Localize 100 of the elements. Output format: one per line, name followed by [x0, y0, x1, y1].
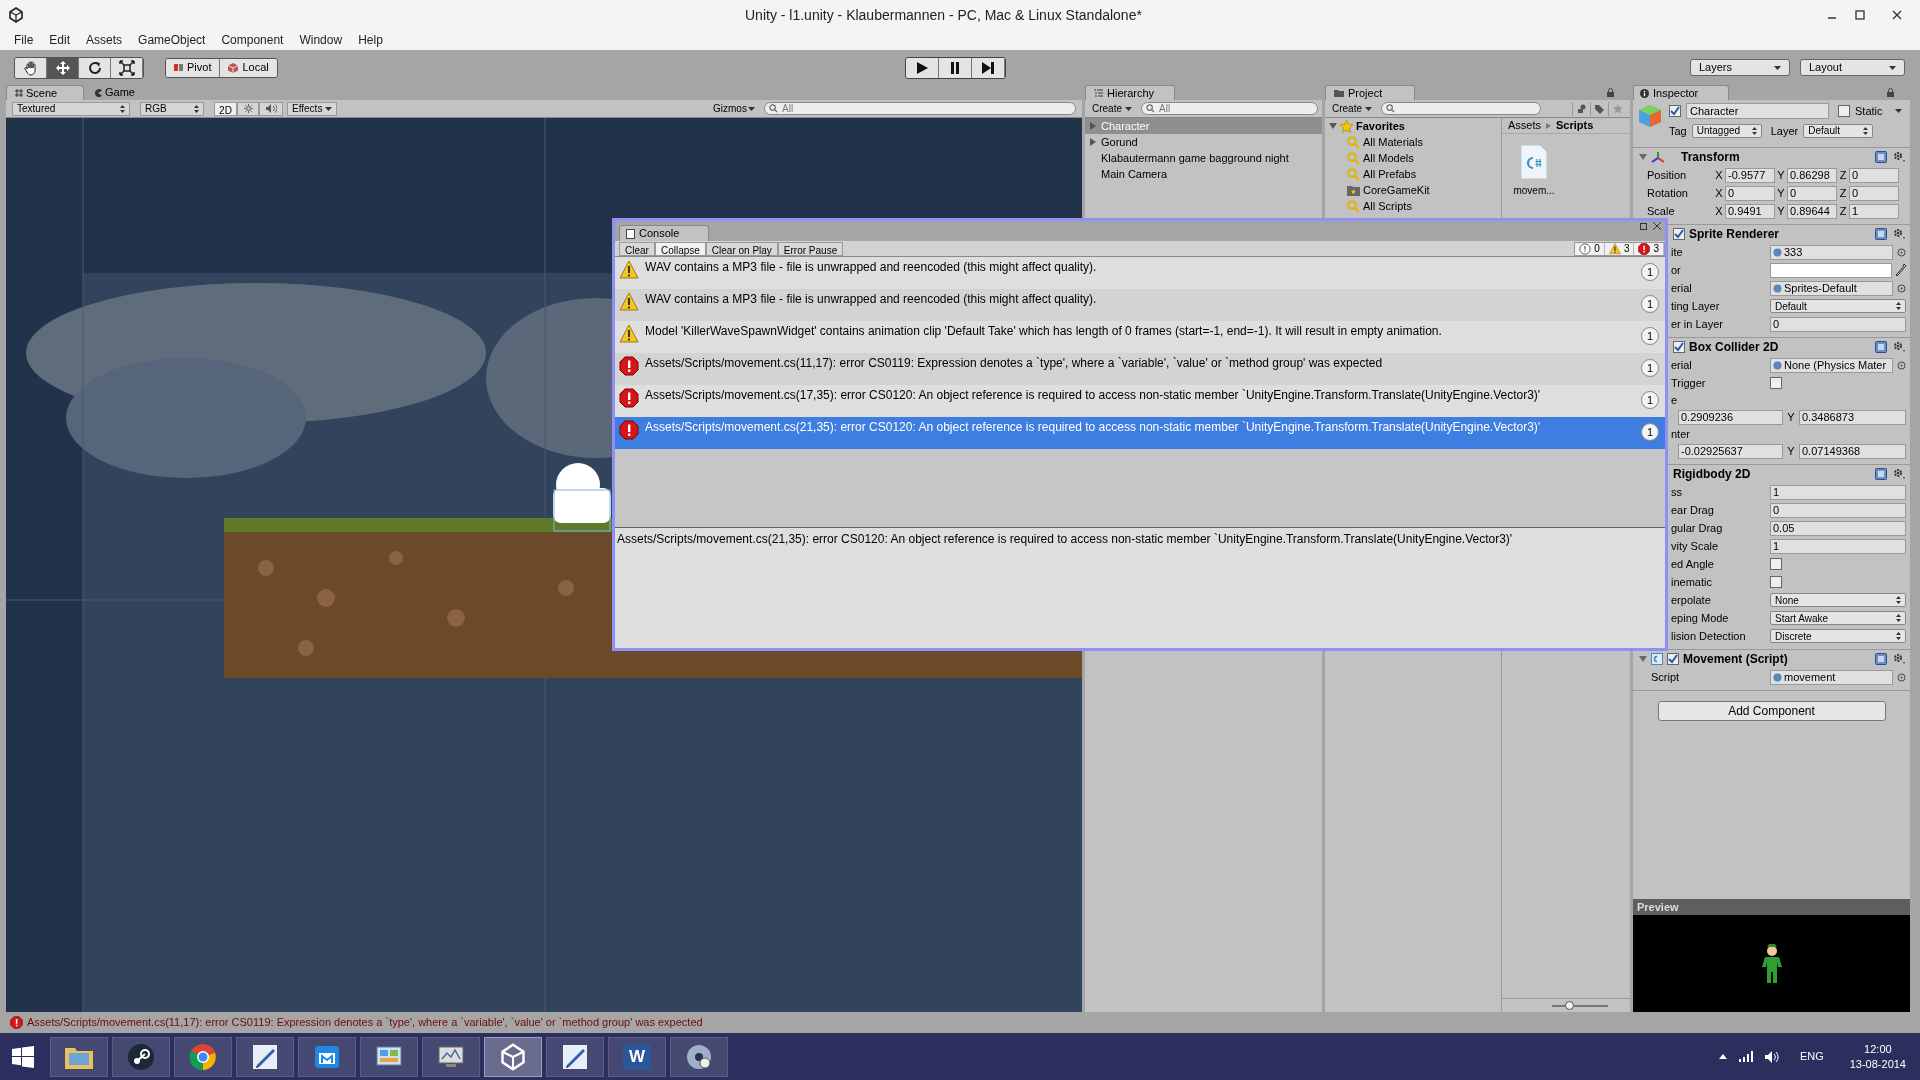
collapse-arrow-icon[interactable] [1639, 153, 1647, 161]
channel-dropdown[interactable]: RGB [140, 101, 204, 116]
menu-item[interactable]: Assets [86, 31, 123, 49]
dropdown[interactable]: Start Awake [1770, 611, 1906, 625]
number-field[interactable]: 0 [1770, 316, 1906, 332]
dropdown[interactable]: Default [1770, 299, 1906, 313]
tool-button[interactable] [79, 57, 111, 78]
log-entry[interactable]: Model 'KillerWaveSpawnWidget' contains animation clip 'Default Take' which has length of 0 frames (start=-1, end=-1). It will result in empty animation. 1 [615, 321, 1665, 353]
message-counter[interactable]: 0 [1575, 242, 1605, 255]
log-entry[interactable]: Assets/Scripts/movement.cs(17,35): error CS0120: An object reference is required to access non-static member `UnityEngine.Transform.Translate(UnityEngine.Vector3)' 1 [615, 385, 1665, 417]
checkbox[interactable] [1770, 558, 1782, 570]
help-icon[interactable] [1875, 468, 1887, 480]
settings-icon[interactable] [1893, 468, 1906, 480]
layout-dropdown[interactable]: Layout [1800, 59, 1905, 76]
log-entry[interactable]: Assets/Scripts/movement.cs(11,17): error CS0119: Expression denotes a `type', where a `variable', `value' or `method group' was expected 1 [615, 353, 1665, 385]
add-component-button[interactable]: Add Component [1657, 701, 1886, 721]
taskbar-app[interactable] [360, 1036, 418, 1077]
number-field[interactable]: 0.07149368 [1799, 443, 1906, 459]
menu-item[interactable]: Window [299, 31, 343, 49]
object-name-field[interactable]: Character [1686, 103, 1829, 120]
menu-item[interactable]: GameObject [138, 31, 206, 49]
dropdown[interactable]: Discrete [1770, 629, 1906, 643]
help-icon[interactable] [1875, 228, 1887, 240]
tag-dropdown[interactable]: Untagged [1691, 123, 1762, 138]
taskbar-app[interactable] [50, 1036, 108, 1077]
tool-button[interactable] [15, 57, 47, 78]
volume-icon[interactable] [1764, 1050, 1780, 1063]
layers-dropdown[interactable]: Layers [1690, 59, 1790, 76]
lighting-toggle[interactable] [237, 101, 259, 116]
search-field[interactable] [1381, 102, 1541, 115]
zoom-slider[interactable] [1552, 1004, 1608, 1007]
create-dropdown[interactable]: Create [1089, 101, 1135, 116]
active-checkbox[interactable] [1669, 105, 1681, 118]
checkbox[interactable] [1770, 377, 1782, 389]
clock[interactable]: 12:00 13-08-2014 [1849, 1041, 1906, 1072]
component-header[interactable]: Transform [1633, 148, 1910, 166]
color-field[interactable] [1770, 262, 1892, 278]
help-icon[interactable] [1875, 653, 1887, 665]
taskbar-app[interactable] [422, 1036, 480, 1077]
object-field[interactable]: movement [1770, 669, 1893, 685]
signal-icon[interactable] [1738, 1051, 1753, 1062]
collapse-arrow-icon[interactable] [1329, 122, 1337, 130]
taskbar-app[interactable] [174, 1036, 232, 1077]
breadcrumb-item[interactable]: Scripts [1556, 117, 1594, 134]
number-field[interactable]: -0.9577 [1725, 167, 1775, 183]
menu-item[interactable]: Component [221, 31, 284, 49]
favorites-heading[interactable]: Favorites [1356, 117, 1405, 135]
number-field[interactable]: 1 [1849, 203, 1899, 219]
show-hidden-icons-icon[interactable] [1718, 1054, 1727, 1059]
object-picker-icon[interactable] [1897, 672, 1906, 682]
search-field[interactable]: All [1141, 102, 1318, 115]
object-picker-icon[interactable] [1897, 283, 1906, 293]
settings-icon[interactable] [1893, 653, 1906, 665]
log-entry[interactable]: WAV contains a MP3 file - file is unwrapped and reencoded (this might affect quality). 1 [615, 257, 1665, 289]
tool-button[interactable] [111, 57, 143, 78]
checkbox[interactable] [1770, 576, 1782, 588]
component-header[interactable]: Movement (Script) [1633, 650, 1910, 668]
object-field[interactable]: None (Physics Mater [1770, 357, 1893, 373]
playback-button[interactable] [972, 57, 1005, 78]
panel-tab[interactable]: Hierarchy [1085, 85, 1175, 100]
tool-button[interactable] [47, 57, 79, 78]
taskbar-app[interactable] [484, 1036, 542, 1077]
language-indicator[interactable]: ENG [1799, 1048, 1824, 1065]
render-mode-dropdown[interactable]: Textured [12, 101, 130, 116]
number-field[interactable]: 1 [1770, 538, 1906, 554]
number-field[interactable]: 1 [1770, 484, 1906, 500]
console-toggle[interactable]: Error Pause [777, 241, 844, 256]
playback-button[interactable] [939, 57, 972, 78]
playback-button[interactable] [906, 57, 939, 78]
number-field[interactable]: 0.3486873 [1799, 409, 1906, 425]
search-field[interactable]: All [764, 102, 1076, 115]
component-header[interactable]: Sprite Renderer [1633, 225, 1910, 243]
gizmos-dropdown[interactable]: Gizmos [710, 101, 758, 116]
close-icon[interactable] [1653, 222, 1661, 230]
object-picker-icon[interactable] [1897, 360, 1906, 370]
panel-tab[interactable]: Game [86, 85, 164, 100]
component-checkbox[interactable] [1673, 228, 1685, 240]
taskbar-app[interactable] [112, 1036, 170, 1077]
layer-dropdown[interactable]: Default [1803, 123, 1874, 138]
log-entry[interactable]: WAV contains a MP3 file - file is unwrapped and reencoded (this might affect quality). 1 [615, 289, 1665, 321]
favorites-item[interactable]: All Models [1325, 150, 1501, 166]
local-button[interactable]: Local [220, 58, 277, 77]
object-field[interactable]: 333 [1770, 244, 1893, 260]
panel-tab[interactable]: Inspector [1633, 85, 1729, 100]
console-toggle[interactable]: Collapse [654, 241, 706, 256]
character-sprite[interactable] [553, 463, 611, 532]
number-field[interactable]: 0 [1849, 185, 1899, 201]
panel-tab[interactable]: Console [619, 225, 709, 241]
collapse-arrow-icon[interactable] [1639, 655, 1647, 663]
number-field[interactable]: 0.9491 [1725, 203, 1775, 219]
favorites-item[interactable]: All Prefabs [1325, 166, 1501, 182]
audio-toggle[interactable] [259, 101, 283, 116]
number-field[interactable]: -0.02925637 [1678, 443, 1783, 459]
number-field[interactable]: 0.05 [1770, 520, 1906, 536]
lock-icon[interactable] [1607, 88, 1614, 97]
component-header[interactable]: Rigidbody 2D [1633, 465, 1910, 483]
help-icon[interactable] [1875, 341, 1887, 353]
maximize-icon[interactable] [1640, 222, 1647, 230]
2d-toggle[interactable]: 2D [214, 101, 237, 116]
taskbar-app[interactable]: W [608, 1036, 666, 1077]
